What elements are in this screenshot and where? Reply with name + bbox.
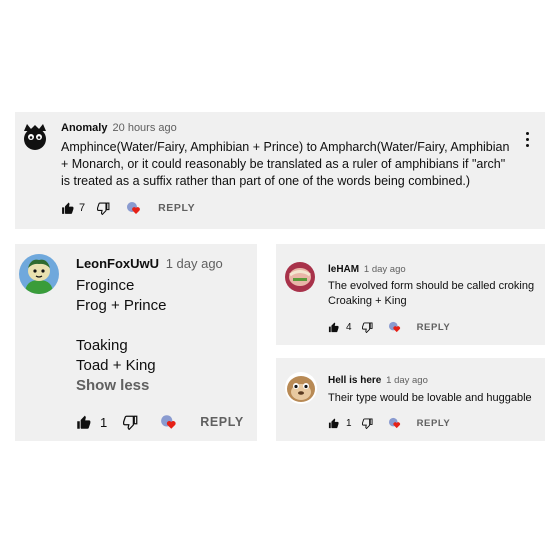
comment-author[interactable]: Hell is here	[328, 375, 381, 386]
avatar[interactable]	[19, 254, 59, 294]
like-count: 1	[346, 417, 352, 429]
avatar-anomaly-icon	[24, 124, 46, 150]
creator-heart-icon	[388, 417, 402, 429]
thumbs-down-icon[interactable]	[361, 417, 373, 429]
comment-actions: 1 REPLY	[76, 413, 244, 431]
comment-author[interactable]: Anomaly	[61, 122, 107, 134]
more-vert-icon[interactable]	[522, 132, 532, 147]
comment-card-leonfoxuwu: LeonFoxUwU 1 day ago Frogince Frog + Pri…	[15, 244, 257, 441]
reply-button[interactable]: REPLY	[158, 202, 195, 214]
avatar-hell-is-here-icon	[285, 372, 317, 404]
like-count: 7	[79, 202, 86, 214]
comment-actions: 4 REPLY	[328, 320, 450, 334]
avatar-leonfoxuwu-icon	[19, 254, 59, 294]
avatar[interactable]	[20, 122, 50, 152]
comment-author[interactable]: LeonFoxUwU	[76, 256, 159, 271]
comment-card-leham: leHAM 1 day ago The evolved form should …	[276, 244, 545, 345]
avatar-leham-icon	[285, 262, 315, 292]
comment-text: Their type would be lovable and huggable	[328, 392, 532, 404]
reply-button[interactable]: REPLY	[417, 418, 451, 429]
comment-line: Toad + King	[76, 357, 156, 374]
comment-line: Frog + Prince	[76, 297, 167, 314]
like-count: 1	[100, 414, 108, 430]
comment-line: Frogince	[76, 277, 135, 294]
comment-header: Anomaly 20 hours ago	[61, 122, 177, 134]
thumbs-down-icon[interactable]	[361, 321, 373, 333]
avatar[interactable]	[285, 262, 315, 292]
comment-header: leHAM 1 day ago	[328, 264, 406, 275]
thumbs-up-icon[interactable]	[76, 415, 91, 430]
comment-time[interactable]: 1 day ago	[364, 264, 406, 275]
creator-heart-icon	[388, 321, 402, 333]
creator-heart-icon	[160, 414, 178, 430]
comment-actions: 7 REPLY	[61, 200, 195, 216]
reply-button[interactable]: REPLY	[200, 415, 244, 429]
creator-heart-icon	[126, 201, 142, 215]
comment-time[interactable]: 1 day ago	[166, 256, 223, 271]
comment-time[interactable]: 20 hours ago	[113, 122, 177, 134]
comment-text: Frogince Frog + Prince Toaking Toad + Ki…	[76, 276, 166, 396]
comment-time[interactable]: 1 day ago	[386, 375, 428, 386]
comment-card-hell-is-here: Hell is here 1 day ago Their type would …	[276, 358, 545, 441]
thumbs-down-icon[interactable]	[97, 202, 110, 215]
comment-author[interactable]: leHAM	[328, 264, 359, 275]
thumbs-up-icon[interactable]	[328, 417, 339, 429]
comment-header: LeonFoxUwU 1 day ago	[76, 256, 223, 271]
comment-text: The evolved form should be called crokin…	[328, 280, 535, 307]
avatar[interactable]	[285, 372, 317, 404]
thumbs-down-icon[interactable]	[123, 415, 138, 430]
reply-button[interactable]: REPLY	[417, 322, 451, 333]
comment-text: Amphince(Water/Fairy, Amphibian + Prince…	[61, 140, 510, 188]
comment-line: Toaking	[76, 337, 128, 354]
thumbs-up-icon[interactable]	[328, 321, 339, 333]
comment-actions: 1 REPLY	[328, 416, 450, 430]
like-count: 4	[346, 321, 352, 333]
show-less-link[interactable]: Show less	[76, 376, 166, 396]
thumbs-up-icon[interactable]	[61, 202, 74, 215]
comment-card-anomaly: Anomaly 20 hours ago Amphince(Water/Fair…	[15, 112, 545, 229]
comment-header: Hell is here 1 day ago	[328, 375, 428, 386]
